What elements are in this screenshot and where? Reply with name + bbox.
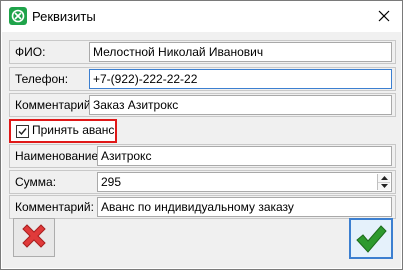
phone-label: Телефон: xyxy=(15,72,69,86)
advance-checkbox[interactable] xyxy=(16,125,29,138)
checkmark-icon xyxy=(18,128,27,136)
comment-label: Комментарий: xyxy=(15,98,94,112)
phone-row: Телефон: +7-(922)-222-22-22 xyxy=(9,67,396,91)
item-name-label: Наименование: xyxy=(15,149,102,163)
cancel-button[interactable] xyxy=(13,218,55,257)
item-name-field[interactable]: Азитрокс xyxy=(97,146,392,166)
close-icon xyxy=(378,10,390,22)
green-check-icon xyxy=(356,224,387,253)
advance-comment-row: Комментарий: Аванс по индивидуальному за… xyxy=(9,195,396,219)
amount-row: Сумма: 295 xyxy=(9,170,396,194)
advance-checkbox-highlight: Принять аванс xyxy=(9,119,117,143)
app-logo-icon xyxy=(9,7,27,25)
window-title: Реквизиты xyxy=(32,9,96,24)
amount-field[interactable]: 295 xyxy=(97,172,392,192)
amount-value: 295 xyxy=(101,175,122,189)
spin-down-button[interactable] xyxy=(378,182,390,190)
advance-checkbox-label[interactable]: Принять аванс xyxy=(32,123,114,137)
amount-label: Сумма: xyxy=(15,175,57,189)
requisites-dialog: Реквизиты ФИО: Мелостной Николай Иванови… xyxy=(0,0,403,270)
advance-comment-label: Комментарий: xyxy=(15,200,94,214)
fio-label: ФИО: xyxy=(15,45,46,59)
fio-field[interactable]: Мелостной Николай Иванович xyxy=(89,42,392,62)
title-bar: Реквизиты xyxy=(1,1,402,32)
phone-field[interactable]: +7-(922)-222-22-22 xyxy=(89,69,392,89)
chevron-down-icon xyxy=(380,184,388,188)
comment-field[interactable]: Заказ Азитрокс xyxy=(89,95,392,115)
item-name-row: Наименование: Азитрокс xyxy=(9,144,396,168)
advance-comment-field[interactable]: Аванс по индивидуальному заказу xyxy=(97,197,392,217)
ok-button[interactable] xyxy=(349,218,393,259)
close-button[interactable] xyxy=(369,4,399,28)
chevron-up-icon xyxy=(380,176,388,180)
dialog-content: ФИО: Мелостной Николай Иванович Телефон:… xyxy=(2,32,401,268)
fio-row: ФИО: Мелостной Николай Иванович xyxy=(9,40,396,64)
red-x-icon xyxy=(22,223,46,248)
comment-row: Комментарий: Заказ Азитрокс xyxy=(9,93,396,117)
amount-spinner[interactable] xyxy=(377,174,390,190)
